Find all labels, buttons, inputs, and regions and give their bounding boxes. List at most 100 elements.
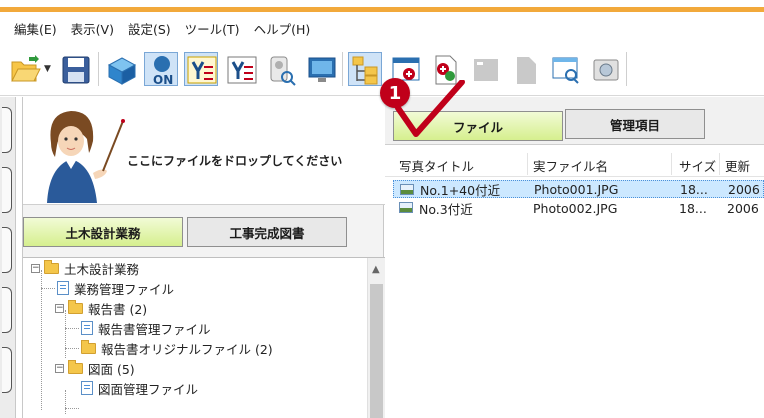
column-divider[interactable]	[527, 153, 528, 175]
gray-page-icon	[517, 57, 536, 84]
tree-node-label: 土木設計業務	[64, 261, 140, 277]
tree-line	[65, 390, 66, 414]
document-icon	[81, 381, 93, 395]
on-icon: ON	[153, 56, 173, 87]
tree-node-label: 報告書管理ファイル	[98, 321, 211, 337]
open-folder-button[interactable]	[8, 52, 42, 86]
tree-node-label: 業務管理ファイル	[74, 281, 175, 297]
tree-node[interactable]: − 土木設計業務	[31, 258, 139, 278]
side-strip	[0, 97, 16, 418]
column-header-title[interactable]: 写真タイトル	[399, 156, 474, 175]
file-size: 18...	[680, 181, 708, 197]
gray-square-icon	[474, 59, 498, 81]
tree-node[interactable]: 業務管理ファイル	[57, 278, 174, 298]
tree-view-button[interactable]	[348, 52, 382, 86]
menu-bar: 編集(E) 表示(V) 設定(S) ツール(T) ヘルプ(H)	[0, 17, 764, 39]
folder-icon	[44, 259, 59, 274]
column-divider[interactable]	[671, 153, 672, 175]
collapse-icon[interactable]: −	[55, 303, 64, 313]
assistant-avatar	[47, 111, 125, 203]
folder-tree: − 土木設計業務 業務管理ファイル − 報告書 (2) 報告書管理ファイル 報告…	[23, 257, 385, 418]
menu-help[interactable]: ヘルプ(H)	[254, 19, 311, 38]
box-button[interactable]	[104, 52, 138, 86]
left-tab-row: 土木設計業務 工事完成図書	[23, 217, 385, 253]
scrollbar-thumb[interactable]	[370, 284, 383, 418]
image-icon	[593, 59, 619, 81]
tree-icon	[352, 56, 378, 85]
window-search-icon	[552, 57, 579, 84]
ye-button-2[interactable]	[224, 52, 258, 86]
ye-icon-2	[227, 56, 257, 84]
column-divider[interactable]	[719, 153, 720, 175]
checkmark-callout-icon	[395, 80, 465, 137]
tree-node[interactable]: 報告書管理ファイル	[81, 318, 211, 338]
folder-icon	[81, 339, 96, 354]
collapse-icon[interactable]: −	[55, 363, 64, 373]
tree-node-label: 報告書 (2)	[88, 301, 148, 317]
tree-line	[65, 348, 79, 349]
save-button[interactable]	[58, 52, 92, 86]
tab-management-items[interactable]: 管理項目	[565, 109, 705, 139]
window-search-button[interactable]	[548, 52, 582, 86]
tab-completion-docs[interactable]: 工事完成図書	[187, 217, 347, 247]
file-title: No.3付近	[419, 201, 473, 217]
drop-zone[interactable]: ここにファイルをドロップしてください	[23, 97, 385, 205]
column-header-size[interactable]: サイズ	[679, 156, 716, 175]
tree-scrollbar[interactable]: ▲	[367, 258, 385, 418]
box-icon	[107, 57, 137, 85]
strip-tab[interactable]	[2, 227, 12, 273]
file-size: 18...	[679, 200, 707, 216]
file-row[interactable]: No.1+40付近 Photo001.JPG 18... 2006	[393, 180, 764, 198]
tab-label: 管理項目	[609, 117, 660, 133]
monitor-button[interactable]	[304, 52, 338, 86]
dropdown-arrow-icon[interactable]: ▼	[44, 64, 51, 74]
tab-label: 工事完成図書	[229, 225, 305, 241]
person-search-button[interactable]	[264, 52, 298, 86]
toolbar-separator	[626, 52, 627, 86]
scroll-up-icon[interactable]: ▲	[372, 264, 380, 275]
collapse-icon[interactable]: −	[31, 263, 40, 273]
left-panel: ここにファイルをドロップしてください 土木設計業務 工事完成図書 − 土木設計業…	[22, 97, 385, 418]
file-name: Photo001.JPG	[534, 181, 619, 197]
save-icon	[62, 56, 90, 84]
document-icon	[81, 321, 93, 335]
open-folder-icon	[11, 55, 41, 82]
ye-button-1[interactable]	[184, 52, 218, 86]
tree-node-label: 図面 (5)	[88, 361, 135, 377]
column-header-updated[interactable]: 更新	[725, 156, 750, 175]
tree-line	[65, 328, 79, 329]
folder-icon	[68, 299, 83, 314]
toolbar-separator	[342, 52, 343, 86]
on-button[interactable]: ON	[144, 52, 178, 87]
tab-label: 土木設計業務	[65, 225, 141, 241]
file-updated: 2006	[727, 200, 759, 216]
file-row[interactable]: No.3付近 Photo002.JPG 18... 2006	[393, 199, 764, 217]
file-list-header: 写真タイトル 実ファイル名 サイズ 更新	[385, 151, 764, 177]
gray-square-button[interactable]	[468, 52, 502, 86]
monitor-icon	[308, 57, 336, 82]
strip-tab[interactable]	[2, 287, 12, 333]
tree-node[interactable]: 報告書オリジナルファイル (2)	[81, 338, 273, 358]
strip-tab[interactable]	[2, 347, 12, 393]
drop-zone-text: ここにファイルをドロップしてください	[127, 154, 343, 168]
column-header-filename[interactable]: 実ファイル名	[533, 156, 608, 175]
ye-icon-1	[187, 56, 217, 84]
person-search-icon	[270, 56, 296, 86]
menu-settings[interactable]: 設定(S)	[128, 19, 171, 38]
toolbar-separator	[98, 52, 99, 86]
tab-civil-design[interactable]: 土木設計業務	[23, 217, 183, 247]
menu-tools[interactable]: ツール(T)	[185, 19, 240, 38]
menu-view[interactable]: 表示(V)	[71, 19, 114, 38]
strip-tab[interactable]	[2, 167, 12, 213]
strip-tab[interactable]	[2, 107, 12, 153]
menu-edit[interactable]: 編集(E)	[14, 19, 57, 38]
tree-line	[65, 408, 79, 409]
gray-page-button[interactable]	[508, 52, 542, 86]
tree-node[interactable]: − 図面 (5)	[55, 358, 135, 378]
tree-node[interactable]: 図面管理ファイル	[81, 378, 198, 398]
tree-node-label: 報告書オリジナルファイル (2)	[101, 341, 273, 357]
tree-line	[41, 288, 55, 289]
image-button[interactable]	[588, 52, 622, 86]
tree-node[interactable]: − 報告書 (2)	[55, 298, 147, 318]
folder-icon	[68, 359, 83, 374]
